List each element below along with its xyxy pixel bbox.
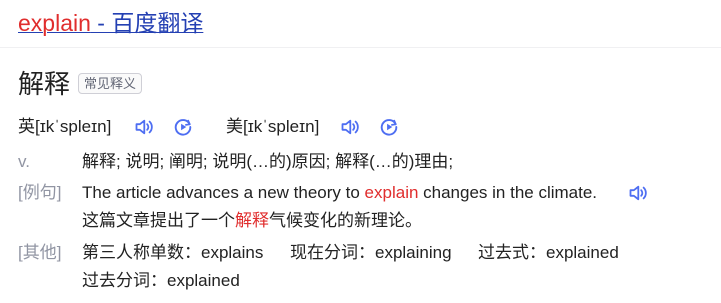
title-query[interactable]: explain <box>18 10 91 36</box>
example-speaker-icon[interactable] <box>628 183 648 203</box>
uk-speaker-icon[interactable] <box>134 117 154 137</box>
past-participle-form: 过去分词：explained <box>82 271 240 290</box>
other-label: [其他] <box>18 243 62 262</box>
headword: 解释 <box>18 69 71 99</box>
example-sentence-zh: 这篇文章提出了一个解释气候变化的新理论。 <box>82 209 422 233</box>
result-title-link[interactable]: explain - 百度翻译 <box>18 8 203 38</box>
example-zh-highlight: 解释 <box>235 211 269 230</box>
example-zh-after: 气候变化的新理论。 <box>269 211 422 230</box>
definition-text: 解释; 说明; 阐明; 说明(…的)原因; 解释(…的)理由; <box>82 152 454 171</box>
us-speaker-icon[interactable] <box>340 117 360 137</box>
present-participle-form: 现在分词：explaining <box>290 243 452 262</box>
title-suffix[interactable]: - 百度翻译 <box>91 10 203 36</box>
example-sentence-en: The article advances a new theory to exp… <box>82 181 597 205</box>
us-label: 美 <box>226 117 243 136</box>
us-play-circle-icon[interactable] <box>379 117 399 137</box>
third-person-form: 第三人称单数：explains <box>82 243 264 262</box>
uk-phonetic: 英[ɪkˈspleɪn] <box>18 116 111 138</box>
common-meaning-tag: 常见释义 <box>78 73 143 94</box>
uk-label: 英 <box>18 117 35 136</box>
us-ipa: [ɪkˈspleɪn] <box>243 117 320 136</box>
example-en-highlight: explain <box>364 183 419 202</box>
divider <box>0 47 721 48</box>
example-zh-before: 这篇文章提出了一个 <box>82 211 235 230</box>
part-of-speech: v. <box>18 152 30 171</box>
us-phonetic: 美[ɪkˈspleɪn] <box>226 116 319 138</box>
example-en-after: changes in the climate. <box>418 183 598 202</box>
past-tense-form: 过去式：explained <box>478 243 619 262</box>
example-en-before: The article advances a new theory to <box>82 183 365 202</box>
example-label: [例句] <box>18 183 62 202</box>
uk-ipa: [ɪkˈspleɪn] <box>35 117 112 136</box>
uk-play-circle-icon[interactable] <box>173 117 193 137</box>
